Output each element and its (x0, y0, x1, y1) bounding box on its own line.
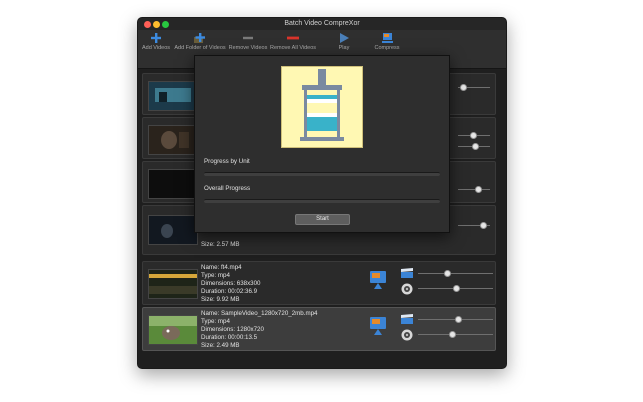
video-info: Name: SampleVideo_1280x720_2mb.mp4 Type:… (201, 310, 318, 350)
video-list[interactable]: Size: 2.57 MB Name: ft4.mp4 Type: mp4 Di… (138, 55, 506, 368)
audio-quality-slider[interactable] (418, 285, 493, 292)
video-type: Type: mp4 (201, 272, 230, 279)
progress-by-unit-bar (204, 172, 440, 176)
speaker-icon[interactable] (401, 283, 413, 295)
video-name: Name: ft4.mp4 (201, 264, 242, 271)
minus-red-icon (287, 36, 299, 40)
video-thumbnail (148, 81, 198, 111)
video-thumbnail (148, 269, 198, 299)
compress-icon[interactable] (369, 270, 387, 290)
app-window: Batch Video CompreXor Add Videos Add Fol… (137, 17, 507, 369)
plus-icon (151, 33, 161, 43)
video-row-selected[interactable]: Name: SampleVideo_1280x720_2mb.mp4 Type:… (142, 307, 496, 351)
overall-progress-label: Overall Progress (204, 185, 251, 192)
video-quality-slider[interactable] (458, 84, 490, 91)
audio-quality-slider[interactable] (418, 331, 493, 338)
video-row[interactable]: Name: ft4.mp4 Type: mp4 Dimensions: 638x… (142, 261, 496, 305)
video-dimensions: Dimensions: 1280x720 (201, 326, 264, 333)
video-thumbnail (148, 125, 198, 155)
window-title: Batch Video CompreXor (284, 20, 360, 27)
play-button[interactable]: Play (336, 32, 352, 51)
video-size: Size: 2.57 MB (201, 241, 240, 248)
video-dimensions: Dimensions: 638x300 (201, 280, 261, 287)
add-folder-button[interactable]: Add Folder of Videos (173, 32, 227, 51)
slider-knob[interactable] (455, 316, 462, 323)
slider-knob[interactable] (460, 84, 467, 91)
video-size: Size: 2.49 MB (201, 342, 240, 349)
video-thumbnail (148, 215, 198, 245)
progress-dialog: Progress by Unit Overall Progress Start (194, 55, 450, 233)
remove-videos-button[interactable]: Remove Videos (228, 32, 268, 51)
compress-icon (381, 33, 393, 43)
compress-icon[interactable] (369, 316, 387, 336)
video-quality-slider[interactable] (418, 316, 493, 323)
audio-quality-slider[interactable] (458, 143, 490, 150)
slider-knob[interactable] (480, 222, 487, 229)
slider-knob[interactable] (453, 285, 460, 292)
slider-knob[interactable] (444, 270, 451, 277)
press-icon (300, 69, 344, 141)
clapper-icon[interactable] (400, 314, 414, 325)
video-quality-slider[interactable] (458, 132, 490, 139)
speaker-icon[interactable] (401, 329, 413, 341)
video-thumbnail (148, 315, 198, 345)
video-size: Size: 9.92 MB (201, 296, 240, 303)
video-quality-slider[interactable] (418, 270, 493, 277)
clapper-icon[interactable] (400, 268, 414, 279)
press-logo-image (281, 66, 363, 148)
play-icon (340, 33, 349, 43)
overall-progress-bar (204, 199, 440, 203)
video-duration: Duration: 00:00:13.5 (201, 334, 258, 341)
remove-all-videos-button[interactable]: Remove All Videos (269, 32, 317, 51)
audio-quality-slider[interactable] (458, 186, 490, 193)
slider-knob[interactable] (470, 132, 477, 139)
slider-knob[interactable] (449, 331, 456, 338)
video-quality-slider[interactable] (458, 222, 490, 229)
video-duration: Duration: 00:02:36.9 (201, 288, 258, 295)
video-info: Name: ft4.mp4 Type: mp4 Dimensions: 638x… (201, 264, 261, 304)
slider-knob[interactable] (475, 186, 482, 193)
video-type: Type: mp4 (201, 318, 230, 325)
add-videos-button[interactable]: Add Videos (141, 32, 171, 51)
minus-icon (243, 36, 253, 40)
video-name: Name: SampleVideo_1280x720_2mb.mp4 (201, 310, 318, 317)
start-button[interactable]: Start (295, 214, 350, 225)
compress-button[interactable]: Compress (373, 32, 401, 51)
video-thumbnail (148, 169, 198, 199)
progress-by-unit-label: Progress by Unit (204, 158, 250, 165)
folder-plus-icon (194, 33, 205, 43)
slider-knob[interactable] (472, 143, 479, 150)
